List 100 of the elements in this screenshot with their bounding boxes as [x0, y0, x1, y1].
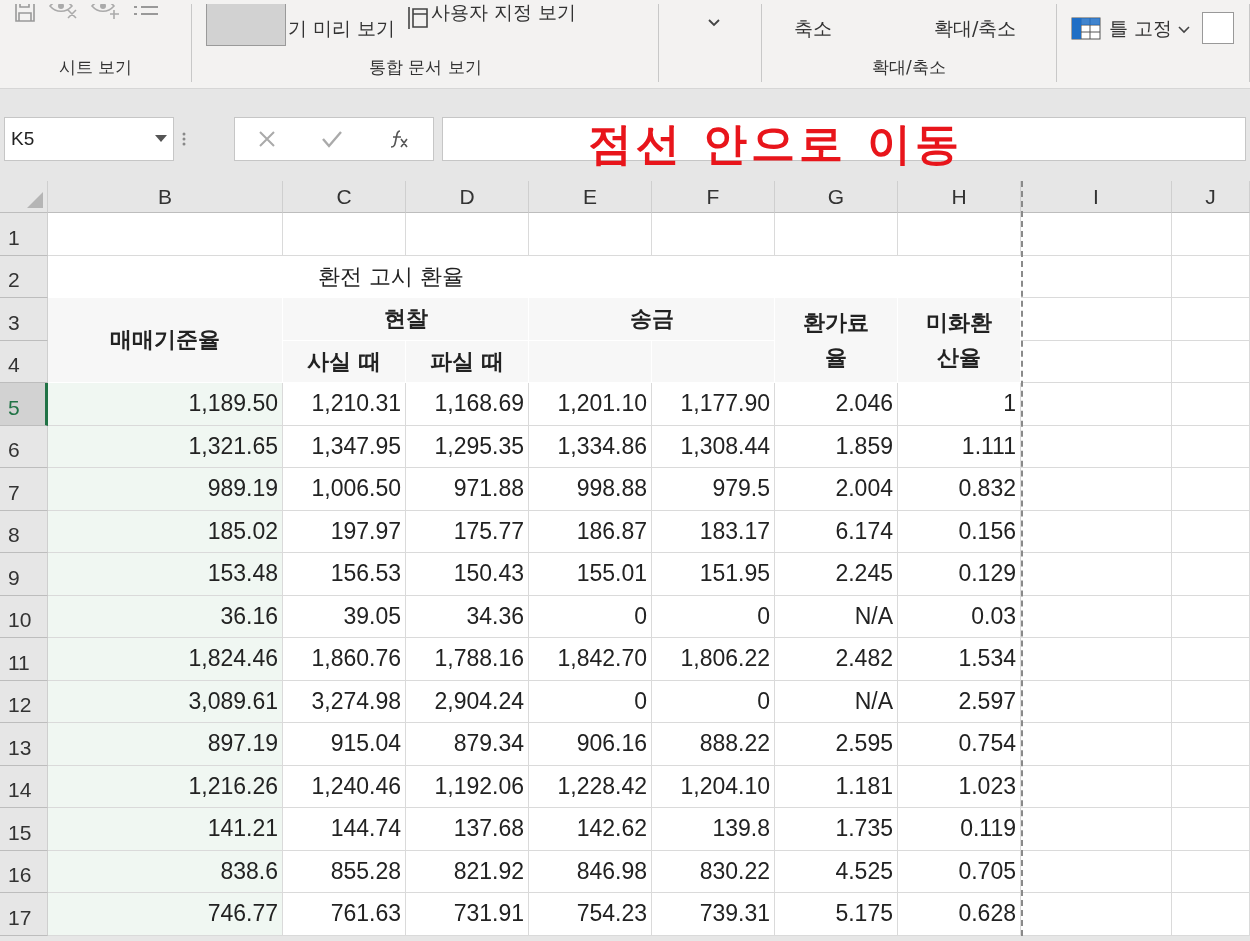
table-cell: 186.87 — [529, 510, 652, 553]
save-icon[interactable] — [14, 4, 36, 22]
table-cell: 0.705 — [898, 850, 1021, 893]
table-cell: 1,240.46 — [283, 765, 406, 808]
chevron-icon[interactable] — [707, 18, 722, 28]
column-heading: 환가료 율 — [775, 298, 898, 383]
table-cell: 0 — [652, 595, 775, 638]
row-header[interactable]: 8 — [0, 510, 48, 553]
row-header[interactable]: 14 — [0, 765, 48, 808]
table-cell: 1,842.70 — [529, 638, 652, 681]
table-cell: 830.22 — [652, 850, 775, 893]
column-header[interactable]: H — [898, 181, 1021, 213]
table-cell: 1,216.26 — [48, 765, 283, 808]
column-header[interactable]: B — [48, 181, 283, 213]
column-header[interactable]: C — [283, 181, 406, 213]
table-cell: 1.023 — [898, 765, 1021, 808]
table-cell: 142.62 — [529, 808, 652, 851]
name-box[interactable]: K5 — [4, 117, 174, 161]
table-cell: 1,334.86 — [529, 425, 652, 468]
page-thumbnail[interactable] — [206, 4, 287, 46]
table-cell: 139.8 — [652, 808, 775, 851]
row-header[interactable]: 16 — [0, 850, 48, 893]
table-cell: 0.156 — [898, 510, 1021, 553]
table-cell: 2.597 — [898, 680, 1021, 723]
column-header[interactable]: D — [406, 181, 529, 213]
table-cell: 2.595 — [775, 723, 898, 766]
table-cell: 185.02 — [48, 510, 283, 553]
table-cell: 0 — [652, 680, 775, 723]
table-cell: 137.68 — [406, 808, 529, 851]
column-header[interactable]: J — [1172, 181, 1250, 213]
column-header[interactable]: G — [775, 181, 898, 213]
annotation-text: 점선 안으로 이동 — [588, 117, 963, 171]
table-cell: 906.16 — [529, 723, 652, 766]
row-header[interactable]: 10 — [0, 595, 48, 638]
row-header[interactable]: 5 — [0, 383, 48, 426]
table-cell: 888.22 — [652, 723, 775, 766]
table-cell: 821.92 — [406, 850, 529, 893]
select-all-icon[interactable] — [27, 192, 43, 208]
row-header[interactable]: 4 — [0, 340, 48, 383]
table-cell: 1,295.35 — [406, 425, 529, 468]
table-cell: 1.534 — [898, 638, 1021, 681]
chevron-icon[interactable] — [1177, 26, 1190, 34]
table-cell: 731.91 — [406, 893, 529, 936]
column-header[interactable]: F — [652, 181, 775, 213]
table-cell: 1.111 — [898, 425, 1021, 468]
table-cell: 151.95 — [652, 553, 775, 596]
zoom-out-button[interactable]: 축소 — [793, 16, 832, 42]
table-cell: 1,860.76 — [283, 638, 406, 681]
freeze-panes-button[interactable]: 틀 고정 — [1108, 16, 1172, 42]
row-header[interactable]: 6 — [0, 425, 48, 468]
table-cell: 846.98 — [529, 850, 652, 893]
table-cell: 739.31 — [652, 893, 775, 936]
table-cell: 989.19 — [48, 468, 283, 511]
table-cell: 1,006.50 — [283, 468, 406, 511]
window-button[interactable] — [1201, 12, 1234, 44]
row-header[interactable]: 17 — [0, 893, 48, 936]
table-cell: 3,089.61 — [48, 680, 283, 723]
custom-view-button[interactable]: 사용자 지정 보기 — [431, 4, 577, 26]
table-cell: 746.77 — [48, 893, 283, 936]
table-cell: 34.36 — [406, 595, 529, 638]
row-header[interactable]: 3 — [0, 298, 48, 341]
column-heading: 파실 때 — [406, 340, 529, 383]
eye-add-icon[interactable] — [90, 4, 120, 20]
row-header[interactable]: 9 — [0, 553, 48, 596]
table-cell: 197.97 — [283, 510, 406, 553]
table-cell: 1,347.95 — [283, 425, 406, 468]
more-icon — [182, 131, 186, 147]
preview-label[interactable]: 기 미리 보기 — [288, 16, 396, 42]
table-cell: 39.05 — [283, 595, 406, 638]
row-header[interactable]: 11 — [0, 638, 48, 681]
row-header[interactable]: 2 — [0, 255, 48, 298]
row-header[interactable]: 1 — [0, 213, 48, 256]
zoom-button[interactable]: 확대/축소 — [933, 16, 1017, 42]
table-cell: 5.175 — [775, 893, 898, 936]
row-header[interactable]: 12 — [0, 680, 48, 723]
table-cell: 155.01 — [529, 553, 652, 596]
table-cell: 754.23 — [529, 893, 652, 936]
table-cell: 1.859 — [775, 425, 898, 468]
table-cell: 1,204.10 — [652, 765, 775, 808]
eye-close-icon[interactable] — [48, 4, 78, 20]
table-cell: 144.74 — [283, 808, 406, 851]
table-cell: 971.88 — [406, 468, 529, 511]
function-icon[interactable] — [388, 129, 411, 149]
table-cell: 1,806.22 — [652, 638, 775, 681]
column-header[interactable]: I — [1021, 181, 1172, 213]
group-label: 확대/축소 — [872, 57, 946, 77]
table-cell: 2.004 — [775, 468, 898, 511]
column-heading: 사실 때 — [283, 340, 406, 383]
table-cell: 1,201.10 — [529, 383, 652, 426]
column-header[interactable]: E — [529, 181, 652, 213]
list-icon[interactable] — [132, 4, 160, 18]
row-header[interactable]: 15 — [0, 808, 48, 851]
custom-view-icon[interactable] — [407, 6, 430, 30]
check-icon[interactable] — [321, 130, 343, 148]
row-header[interactable]: 13 — [0, 723, 48, 766]
row-header[interactable]: 7 — [0, 468, 48, 511]
cancel-icon[interactable] — [257, 130, 276, 148]
table-cell: 0.628 — [898, 893, 1021, 936]
table-cell: 998.88 — [529, 468, 652, 511]
table-cell: 3,274.98 — [283, 680, 406, 723]
